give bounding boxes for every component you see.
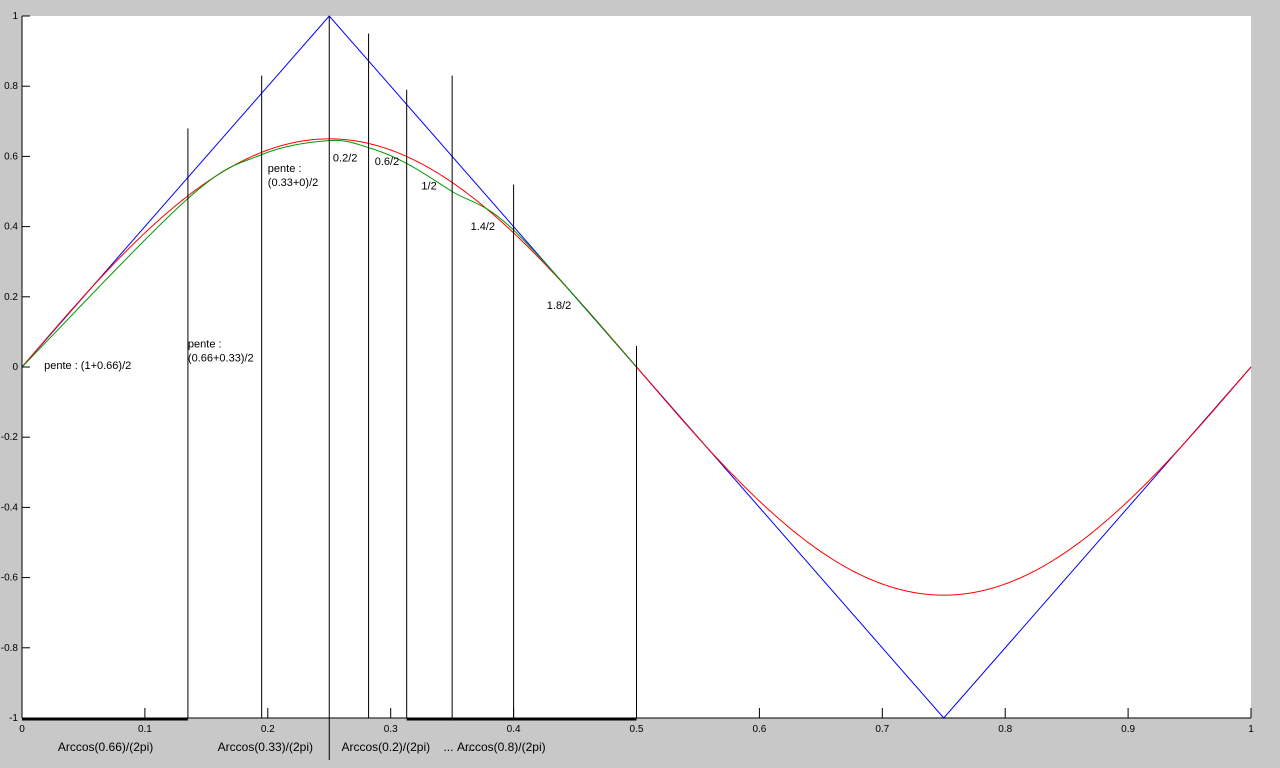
annotation-label: pente : (188, 339, 222, 351)
y-tick-label: 1 (12, 11, 18, 22)
y-tick-label: 0 (12, 362, 18, 373)
x-annotation-label: Arccos(0.33)/(2pi) (218, 740, 313, 754)
y-tick-label: -0.4 (1, 502, 19, 513)
y-tick-label: -0.6 (1, 573, 19, 584)
x-tick-label: 0.9 (1121, 724, 1135, 735)
y-tick-label: 0.6 (4, 151, 18, 162)
x-tick-label: 1 (1248, 724, 1254, 735)
x-annotation-label: ... (443, 740, 453, 754)
x-tick-label: 0.1 (138, 724, 152, 735)
annotation-label: (0.33+0)/2 (268, 177, 318, 189)
annotation-label: (0.66+0.33)/2 (188, 353, 254, 365)
y-tick-label: -1 (9, 713, 18, 724)
x-tick-label: 0.6 (752, 724, 766, 735)
annotation-label: 0.2/2 (333, 153, 357, 165)
y-tick-label: 0.2 (4, 292, 18, 303)
x-annotation-label: Arccos(0.8)/(2pi) (457, 740, 546, 754)
x-tick-label: 0.3 (384, 724, 398, 735)
x-tick-label: 0.4 (507, 724, 521, 735)
x-tick-label: 0.2 (261, 724, 275, 735)
x-annotation-label: Arccos(0.66)/(2pi) (58, 740, 153, 754)
annotation-label: pente : (268, 163, 302, 175)
x-tick-label: 0.5 (630, 724, 644, 735)
plot-figure: 0 0.1 0.2 0.3 0.4 0.5 0.6 0.7 0.8 0.9 1 -1 -0.8 -0.6 -… (1, 11, 1254, 760)
annotation-label: 1.8/2 (547, 300, 571, 312)
y-tick-label: 0.4 (4, 222, 18, 233)
y-tick-label: -0.2 (1, 432, 19, 443)
y-tick-label: -0.8 (1, 643, 19, 654)
annotation-label: 0.6/2 (375, 156, 399, 168)
x-tick-label: 0.8 (998, 724, 1012, 735)
annotation-label: 1/2 (421, 181, 436, 193)
y-tick-label: 0.8 (4, 81, 18, 92)
x-tick-label: 0 (19, 724, 25, 735)
annotation-label: 1.4/2 (471, 221, 495, 233)
annotation-label: pente : (1+0.66)/2 (44, 360, 131, 372)
x-tick-label: 0.7 (875, 724, 889, 735)
x-annotation-label: Arccos(0.2)/(2pi) (341, 740, 430, 754)
